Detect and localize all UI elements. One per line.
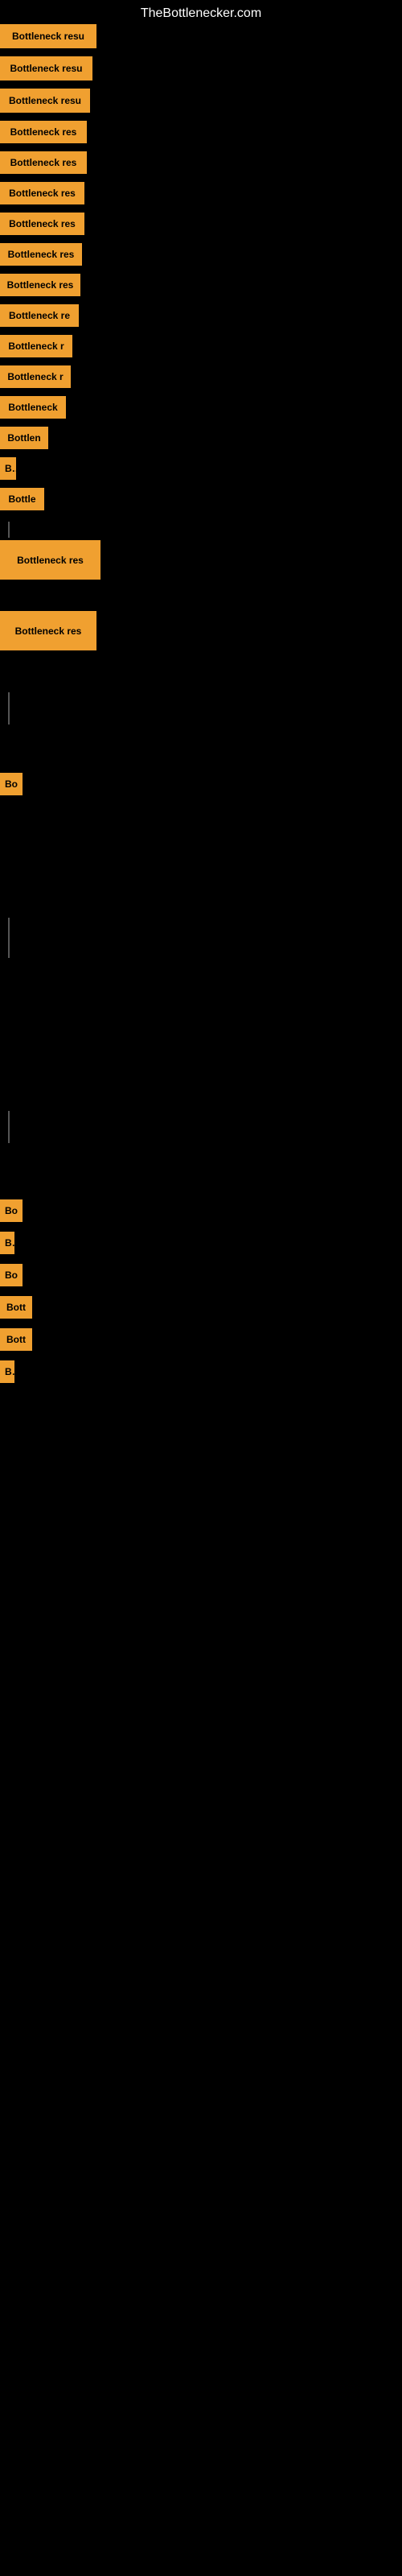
site-title: TheBottlenecker.com — [0, 0, 402, 27]
bottleneck-button-27[interactable]: Bott — [0, 1328, 32, 1351]
bottleneck-button-14[interactable]: B — [0, 457, 16, 480]
bottleneck-button-1[interactable]: Bottleneck resu — [0, 56, 92, 80]
bottleneck-button-8[interactable]: Bottleneck res — [0, 274, 80, 296]
bottleneck-button-16[interactable]: Bottleneck res — [0, 540, 100, 580]
bottleneck-button-25[interactable]: Bo — [0, 1264, 23, 1286]
bottleneck-button-5[interactable]: Bottleneck res — [0, 182, 84, 204]
vertical-line-18 — [8, 522, 10, 538]
bottleneck-button-3[interactable]: Bottleneck res — [0, 121, 87, 143]
bottleneck-button-6[interactable]: Bottleneck res — [0, 213, 84, 235]
vertical-line-19 — [8, 692, 10, 724]
bottleneck-button-10[interactable]: Bottleneck r — [0, 335, 72, 357]
vertical-line-22 — [8, 1111, 10, 1143]
bottleneck-button-23[interactable]: Bo — [0, 1199, 23, 1222]
bottleneck-button-17[interactable]: Bottleneck res — [0, 611, 96, 650]
vertical-line-21 — [8, 918, 10, 958]
bottleneck-button-11[interactable]: Bottleneck r — [0, 365, 71, 388]
bottleneck-button-15[interactable]: Bottle — [0, 488, 44, 510]
bottleneck-button-0[interactable]: Bottleneck resu — [0, 24, 96, 48]
bottleneck-button-7[interactable]: Bottleneck res — [0, 243, 82, 266]
bottleneck-button-2[interactable]: Bottleneck resu — [0, 89, 90, 113]
bottleneck-button-12[interactable]: Bottleneck — [0, 396, 66, 419]
bottleneck-button-13[interactable]: Bottlen — [0, 427, 48, 449]
bottleneck-button-26[interactable]: Bott — [0, 1296, 32, 1319]
bottleneck-button-9[interactable]: Bottleneck re — [0, 304, 79, 327]
bottleneck-button-28[interactable]: B — [0, 1360, 14, 1383]
bottleneck-button-4[interactable]: Bottleneck res — [0, 151, 87, 174]
bottleneck-button-20[interactable]: Bo — [0, 773, 23, 795]
bottleneck-button-24[interactable]: B — [0, 1232, 14, 1254]
